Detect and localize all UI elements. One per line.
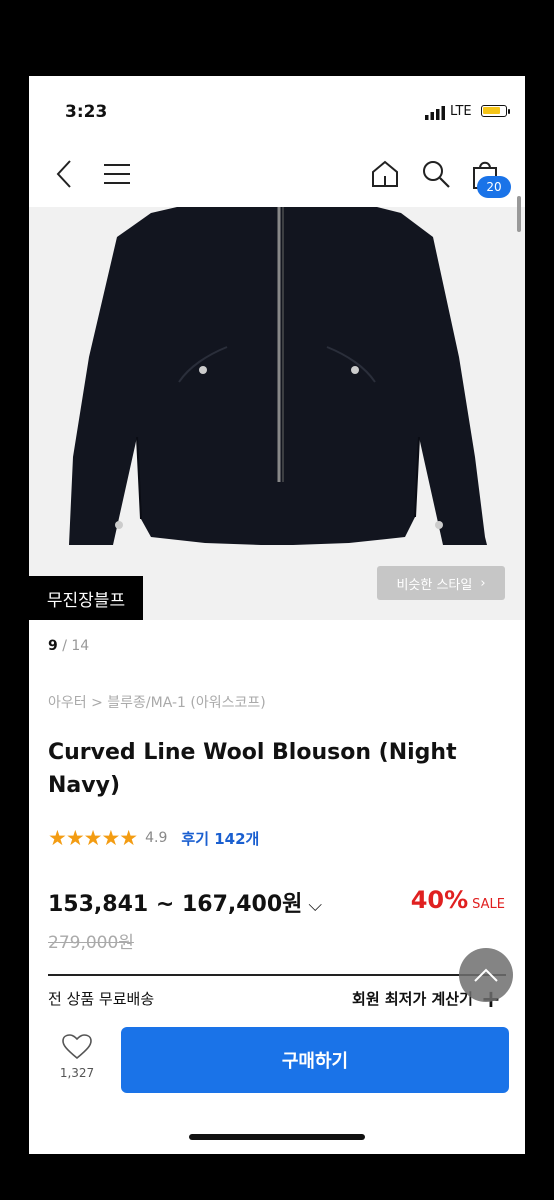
star-rating-icon: ★★★★★: [48, 826, 138, 850]
home-icon[interactable]: [367, 156, 403, 192]
chevron-right-icon: ›: [480, 575, 486, 591]
rating-row: ★★★★★ 4.9 후기 142개: [48, 826, 259, 850]
back-icon[interactable]: [47, 156, 83, 192]
home-indicator: [189, 1134, 365, 1140]
phone-screen: 3:23 LTE 20 무진장블프 비슷한 스타일 › 9 / 14 아우터 >…: [29, 76, 525, 1154]
battery-icon: [481, 105, 507, 117]
discount-badge: 40% SALE: [411, 886, 505, 914]
shipping-info: 전 상품 무료배송: [48, 990, 155, 1008]
heart-icon: [62, 1034, 92, 1060]
scrollbar[interactable]: [517, 196, 521, 232]
price-value: 153,841 ~ 167,400원: [48, 892, 303, 917]
similar-style-button[interactable]: 비슷한 스타일 ›: [377, 566, 505, 600]
status-bar: 3:23 LTE: [29, 76, 525, 136]
calculator-label: 회원 최저가 계산기: [352, 990, 473, 1008]
breadcrumb[interactable]: 아우터 > 블루종/MA-1 (아워스코프): [48, 692, 266, 712]
product-title: Curved Line Wool Blouson (Night Navy): [48, 740, 457, 798]
pager-current: 9: [48, 638, 58, 654]
search-icon[interactable]: [418, 156, 454, 192]
divider: [48, 974, 506, 976]
like-count: 1,327: [59, 1066, 95, 1080]
chevron-up-icon: [474, 968, 498, 982]
status-time: 3:23: [65, 102, 108, 122]
brand-tag: 무진장블프: [29, 576, 143, 620]
top-nav: [29, 146, 525, 206]
network-label: LTE: [450, 104, 472, 119]
price-range[interactable]: 153,841 ~ 167,400원 ⌵: [48, 886, 322, 918]
rating-score: 4.9: [145, 830, 168, 846]
chevron-down-icon: ⌵: [308, 895, 323, 916]
cart-count-badge: 20: [477, 176, 511, 198]
sale-label: SALE: [472, 897, 505, 912]
jacket-image: [29, 207, 525, 620]
buy-button[interactable]: 구매하기: [121, 1027, 509, 1093]
bottom-action-bar: 1,327 구매하기: [29, 1014, 525, 1154]
like-button[interactable]: 1,327: [51, 1034, 103, 1080]
image-pager: 9 / 14: [48, 638, 89, 654]
original-price: 279,000원: [48, 933, 134, 953]
scroll-top-button[interactable]: [459, 948, 513, 1002]
pager-total: / 14: [62, 638, 90, 654]
product-image[interactable]: [29, 207, 525, 620]
discount-percent: 40%: [410, 886, 469, 914]
menu-icon[interactable]: [99, 156, 135, 192]
similar-style-label: 비슷한 스타일: [396, 577, 473, 593]
reviews-link[interactable]: 후기 142개: [181, 828, 259, 849]
signal-icon: [425, 106, 445, 120]
